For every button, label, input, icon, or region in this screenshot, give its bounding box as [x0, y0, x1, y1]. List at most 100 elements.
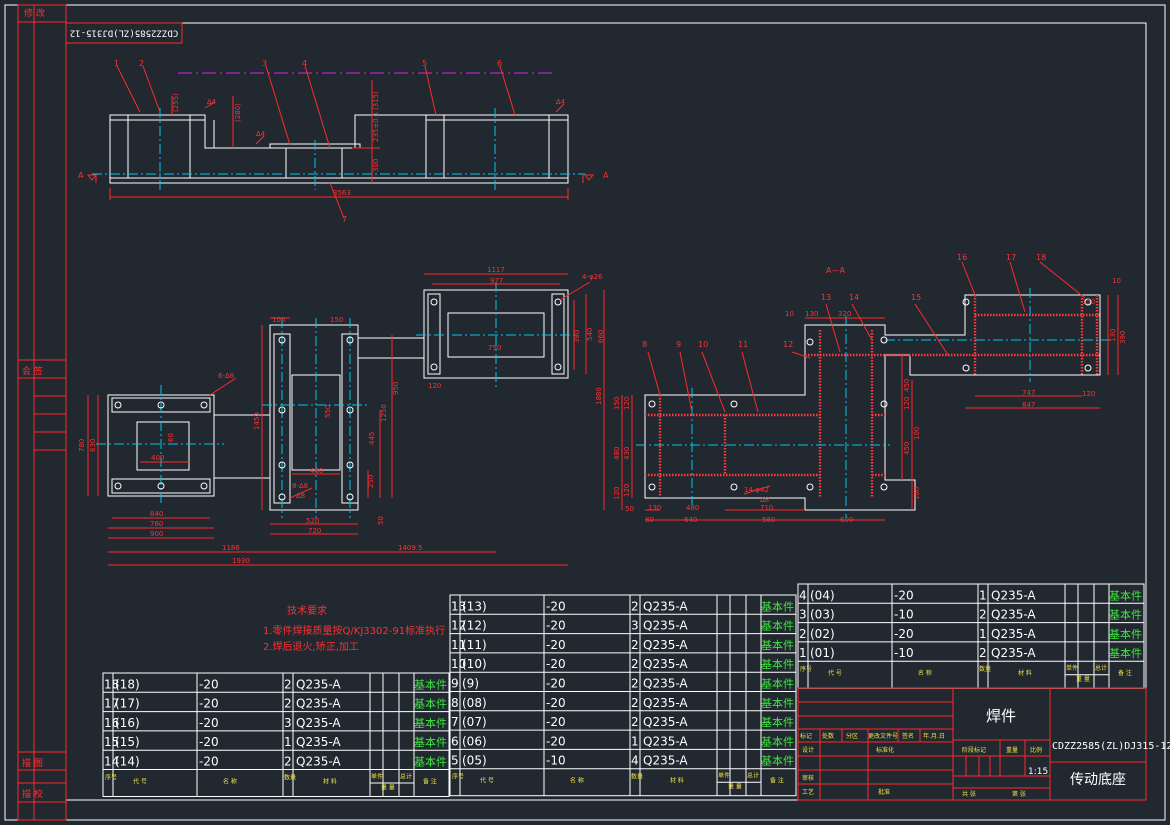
scale-value: 1:15	[1028, 767, 1048, 777]
bom-item-note: 基本件	[761, 619, 794, 633]
callout-6: 6	[497, 59, 502, 68]
bom-row: 10(10) -20 2 Q235-A 基本件	[451, 657, 794, 671]
callout-1: 1	[114, 59, 119, 68]
bom-item-note: 基本件	[1109, 627, 1142, 641]
dim-right-100b: 100	[913, 427, 921, 440]
bom-item-material: Q235-A	[643, 754, 688, 768]
bom-table-right: 4 (04) -20 1 Q235-A 基本件3 (03) -10 2 Q235-A 基本件2 (02…	[797, 583, 1145, 689]
dim-right-320: 320	[838, 310, 851, 318]
bom-header-no: 序号	[452, 773, 464, 781]
dim-left-900: 900	[150, 530, 163, 538]
bom-header-single: 单件	[718, 772, 730, 780]
bom-header-code: 代 号	[828, 669, 842, 677]
bom-row: 15(15) -20 1 Q235-A 基本件	[104, 735, 447, 749]
bom-row: 4 (04) -20 1 Q235-A 基本件	[799, 588, 1142, 602]
bom-header-no: 序号	[800, 665, 812, 673]
dim-top-255: (255)	[172, 93, 180, 112]
dim-left-380: 380	[573, 330, 581, 343]
dim-left-780: 780	[78, 439, 86, 452]
bom-header-qty: 数量	[979, 665, 991, 673]
bom-row: 14(14) -20 2 Q235-A 基本件	[104, 755, 447, 769]
bom-row: 17(17) -20 2 Q235-A 基本件	[104, 697, 447, 711]
callout-11: 11	[738, 340, 748, 349]
callout-5: 5	[422, 59, 427, 68]
dim-right-130c: 130	[648, 504, 661, 512]
bom-item-code: (13)	[462, 599, 487, 613]
notes-title: 技术要求	[287, 604, 327, 617]
weld-note-3: ∆8	[295, 492, 305, 500]
bom-row: 6 (06) -20 1 Q235-A 基本件	[451, 734, 794, 748]
bom-item-qty: 2	[631, 696, 639, 710]
dim-right-80: 80	[645, 516, 654, 524]
dim-left-1880: 1880	[595, 387, 603, 405]
right-section-view	[636, 288, 1110, 518]
bom-item-material: Q235-A	[296, 716, 341, 730]
bom-item-material: Q235-A	[643, 638, 688, 652]
bom-item-note: 基本件	[414, 716, 447, 730]
dim-right-130b: 130	[1109, 329, 1117, 342]
weld-note-2: 8-∆8	[292, 482, 308, 490]
bom-header-note: 备 注	[423, 778, 437, 786]
drawing-number: CDZZ2585(ZL)DJ315-12	[1052, 741, 1170, 752]
bom-item-note: 基本件	[1109, 588, 1142, 602]
bom-item-note: 基本件	[414, 697, 447, 711]
bom-item-note: 基本件	[414, 735, 447, 749]
bom-item-qty: 2	[284, 697, 292, 711]
bom-item-qty: 4	[631, 754, 639, 768]
callout-16: 16	[957, 253, 967, 262]
bom-item-no: 3	[799, 608, 807, 622]
bom-item-code: (18)	[115, 677, 140, 691]
bom-item-note: 基本件	[761, 657, 794, 671]
bom-item-spec: -20	[546, 638, 566, 652]
bom-item-qty: 1	[631, 734, 639, 748]
callout-10: 10	[698, 340, 708, 349]
tb-label-zone: 分区	[846, 732, 858, 740]
tb-label-standard: 标准化	[876, 746, 894, 754]
bom-row: 1 (01) -10 2 Q235-A 基本件	[799, 646, 1142, 660]
dim-left-1409: 1409.5	[398, 544, 423, 552]
dim-left-750: 750	[488, 344, 501, 352]
tb-label-review: 审核	[802, 774, 814, 782]
dim-left-950: 950	[392, 382, 400, 395]
tb-label-mark: 标记	[800, 732, 812, 740]
bom-row: 7 (07) -20 2 Q235-A 基本件	[451, 715, 794, 729]
bom-item-no: 4	[799, 588, 807, 602]
dim-right-130a: 130	[805, 310, 818, 318]
bom-item-material: Q235-A	[991, 608, 1036, 622]
dim-left-720: 720	[308, 527, 321, 535]
bom-item-qty: 2	[631, 715, 639, 729]
bom-item-note: 基本件	[761, 754, 794, 768]
bom-item-spec: -20	[546, 677, 566, 691]
bom-item-qty: 2	[284, 755, 292, 769]
dim-left-50: 50	[377, 516, 385, 525]
bom-item-no: 2	[799, 627, 807, 641]
bom-item-note: 基本件	[1109, 646, 1142, 660]
dim-left-520: 520	[306, 517, 319, 525]
bom-header-total: 总计	[747, 772, 759, 780]
dim-right-120b: 120	[1082, 390, 1095, 398]
callout-4: 4	[302, 59, 307, 68]
bom-item-code: (16)	[115, 716, 140, 730]
weld-top-2: ∆4	[255, 130, 266, 138]
bom-item-spec: -20	[199, 716, 219, 730]
tb-label-stage: 阶段标记	[962, 746, 986, 754]
bom-row: 18(18) -20 2 Q235-A 基本件	[104, 677, 447, 691]
bom-header-single: 单件	[371, 773, 383, 781]
callout-17: 17	[1006, 253, 1016, 262]
dim-right-120a: 120	[903, 397, 911, 410]
hole-note: 4-φ26	[582, 273, 603, 281]
bom-item-material: Q235-A	[296, 735, 341, 749]
bom-row: 11(11) -20 2 Q235-A 基本件	[451, 638, 794, 652]
bom-header-weight: 重 量	[728, 783, 742, 791]
countersign-label: 会 签	[22, 365, 43, 377]
bom-item-code: (9)	[462, 677, 479, 691]
weld-note-1: 6-∆8	[218, 372, 234, 380]
bom-row: 12(12) -20 3 Q235-A 基本件	[451, 619, 794, 633]
bom-item-material: Q235-A	[643, 677, 688, 691]
bom-item-qty: 1	[979, 627, 987, 641]
dim-top-315: (315)	[372, 91, 380, 110]
bom-item-note: 基本件	[1109, 608, 1142, 622]
cad-drawing-canvas: 修 改 会 签 描 图 描 校 CDZZ2585(ZL)DJ315-12 1 2…	[4, 4, 1170, 821]
dim-left-60: 60	[167, 433, 175, 442]
bom-item-qty: 2	[979, 646, 987, 660]
